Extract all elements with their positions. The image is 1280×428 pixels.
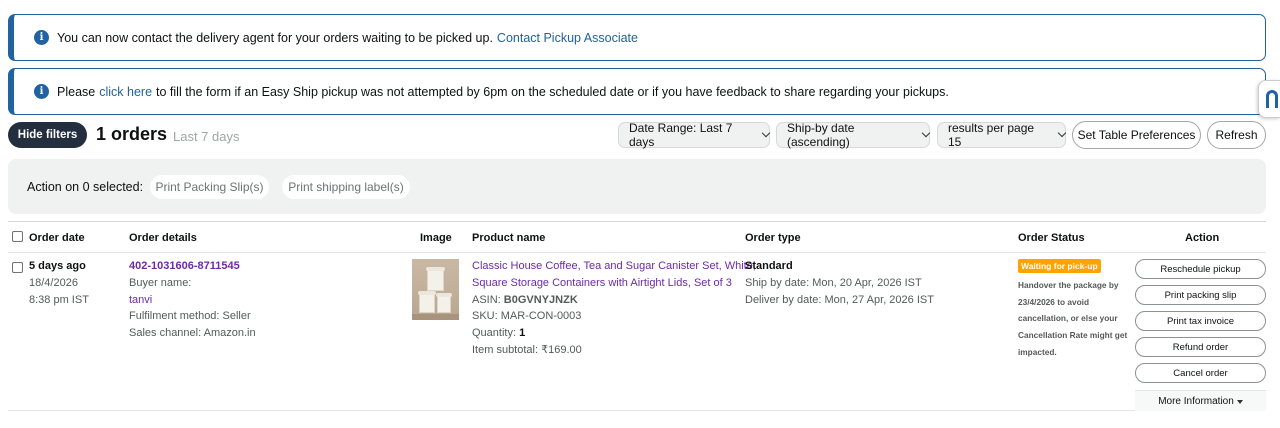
feedback-widget-icon[interactable] xyxy=(1258,80,1280,118)
alert-suffix: to fill the form if an Easy Ship pickup … xyxy=(156,84,949,99)
print-shipping-labels-button[interactable]: Print shipping label(s) xyxy=(282,175,410,199)
contact-pickup-associate-link[interactable]: Contact Pickup Associate xyxy=(497,31,638,45)
set-table-preferences-button[interactable]: Set Table Preferences xyxy=(1072,121,1201,149)
refresh-button[interactable]: Refresh xyxy=(1207,121,1266,149)
ship-by-date: Ship by date: Mon, 20 Apr, 2026 IST xyxy=(745,276,922,289)
deliver-by-date: Deliver by date: Mon, 27 Apr, 2026 IST xyxy=(745,293,934,306)
chevron-down-icon xyxy=(761,128,771,138)
header-order-date: Order date xyxy=(29,232,85,244)
buyer-label: Buyer name: xyxy=(129,276,192,289)
hide-filters-button[interactable]: Hide filters xyxy=(8,122,87,148)
item-subtotal: Item subtotal: ₹169.00 xyxy=(472,343,582,356)
sku: SKU: MAR-CON-0003 xyxy=(472,310,582,323)
quantity-label: Quantity: xyxy=(472,327,517,340)
orders-table-header: Order date Order details Image Product n… xyxy=(8,221,1266,253)
header-order-type: Order type xyxy=(745,232,801,244)
status-badge: Waiting for pick-up xyxy=(1018,259,1101,273)
order-date: 18/4/2026 xyxy=(29,276,78,289)
sort-dropdown[interactable]: Ship-by date (ascending) xyxy=(776,121,931,149)
row-select-checkbox[interactable] xyxy=(12,262,23,273)
print-packing-slips-button[interactable]: Print Packing Slip(s) xyxy=(150,175,269,199)
fulfilment-method: Fulfilment method: Seller xyxy=(129,310,251,323)
order-details-cell: 402-1031606-8711545 Buyer name: tanvi Fu… xyxy=(129,258,256,342)
bulk-action-bar: Action on 0 selected: Print Packing Slip… xyxy=(8,159,1266,214)
alert-text: You can now contact the delivery agent f… xyxy=(57,30,493,45)
sort-label: Ship-by date (ascending) xyxy=(787,121,855,149)
product-name-link[interactable]: Classic House Coffee, Tea and Sugar Cani… xyxy=(472,258,756,275)
order-status-cell: Waiting for pick-up Handover the package… xyxy=(1018,253,1136,373)
pickup-contact-alert: i You can now contact the delivery agent… xyxy=(8,14,1266,61)
date-range-label: Date Range: Last 7 days xyxy=(629,121,733,149)
orders-range-label: Last 7 days xyxy=(173,129,240,144)
order-time: 8:38 pm IST xyxy=(29,293,89,306)
orders-toolbar: Hide filters 1 orders Last 7 days Date R… xyxy=(8,121,1266,149)
asin-label: ASIN: xyxy=(472,293,501,306)
date-range-dropdown[interactable]: Date Range: Last 7 days xyxy=(618,121,771,149)
header-order-details: Order details xyxy=(129,232,197,244)
info-icon: i xyxy=(34,84,49,99)
more-information-label: More Information xyxy=(1158,395,1234,407)
results-per-page-dropdown[interactable]: results per page 15 xyxy=(937,121,1067,149)
header-product-name: Product name xyxy=(472,232,546,244)
print-packing-slip-button[interactable]: Print packing slip xyxy=(1135,285,1266,305)
product-name-link-line2[interactable]: Square Storage Containers with Airtight … xyxy=(472,275,756,292)
sales-channel: Sales channel: Amazon.in xyxy=(129,327,256,340)
buyer-name-link[interactable]: tanvi xyxy=(129,292,256,309)
table-row: 5 days ago 18/4/2026 8:38 pm IST 402-103… xyxy=(8,253,1266,411)
quantity-value: 1 xyxy=(519,327,526,340)
order-type: Standard xyxy=(745,260,793,272)
asin-value: B0GVNYJNZK xyxy=(503,293,578,306)
order-type-cell: Standard Ship by date: Mon, 20 Apr, 2026… xyxy=(745,258,934,308)
product-cell: Classic House Coffee, Tea and Sugar Cani… xyxy=(472,258,756,359)
order-age: 5 days ago xyxy=(29,260,86,272)
header-image: Image xyxy=(420,232,452,244)
click-here-link[interactable]: click here xyxy=(99,85,152,99)
orders-count: 1 orders xyxy=(96,124,168,144)
chevron-down-icon xyxy=(921,128,931,138)
easy-ship-feedback-alert: i Please click here to fill the form if … xyxy=(8,68,1266,115)
reschedule-pickup-button[interactable]: Reschedule pickup xyxy=(1135,259,1266,279)
header-action: Action xyxy=(1185,232,1220,244)
refund-order-button[interactable]: Refund order xyxy=(1135,337,1266,357)
header-order-status: Order Status xyxy=(1018,232,1085,244)
order-id-link[interactable]: 402-1031606-8711545 xyxy=(129,258,256,275)
results-per-page-label: results per page 15 xyxy=(948,121,1035,149)
status-note: Handover the package by 23/4/2026 to avo… xyxy=(1018,280,1128,357)
print-tax-invoice-button[interactable]: Print tax invoice xyxy=(1135,311,1266,331)
product-image[interactable] xyxy=(412,259,459,320)
more-information-dropdown[interactable]: More Information xyxy=(1135,390,1266,411)
action-selected-label: Action on 0 selected: xyxy=(27,180,144,194)
caret-down-icon xyxy=(1236,399,1243,404)
select-all-checkbox[interactable] xyxy=(12,231,23,242)
info-icon: i xyxy=(34,30,49,45)
alert-prefix: Please xyxy=(57,84,96,99)
order-date-cell: 5 days ago 18/4/2026 8:38 pm IST xyxy=(29,258,89,308)
chevron-down-icon xyxy=(1057,128,1067,138)
cancel-order-button[interactable]: Cancel order xyxy=(1135,363,1266,383)
